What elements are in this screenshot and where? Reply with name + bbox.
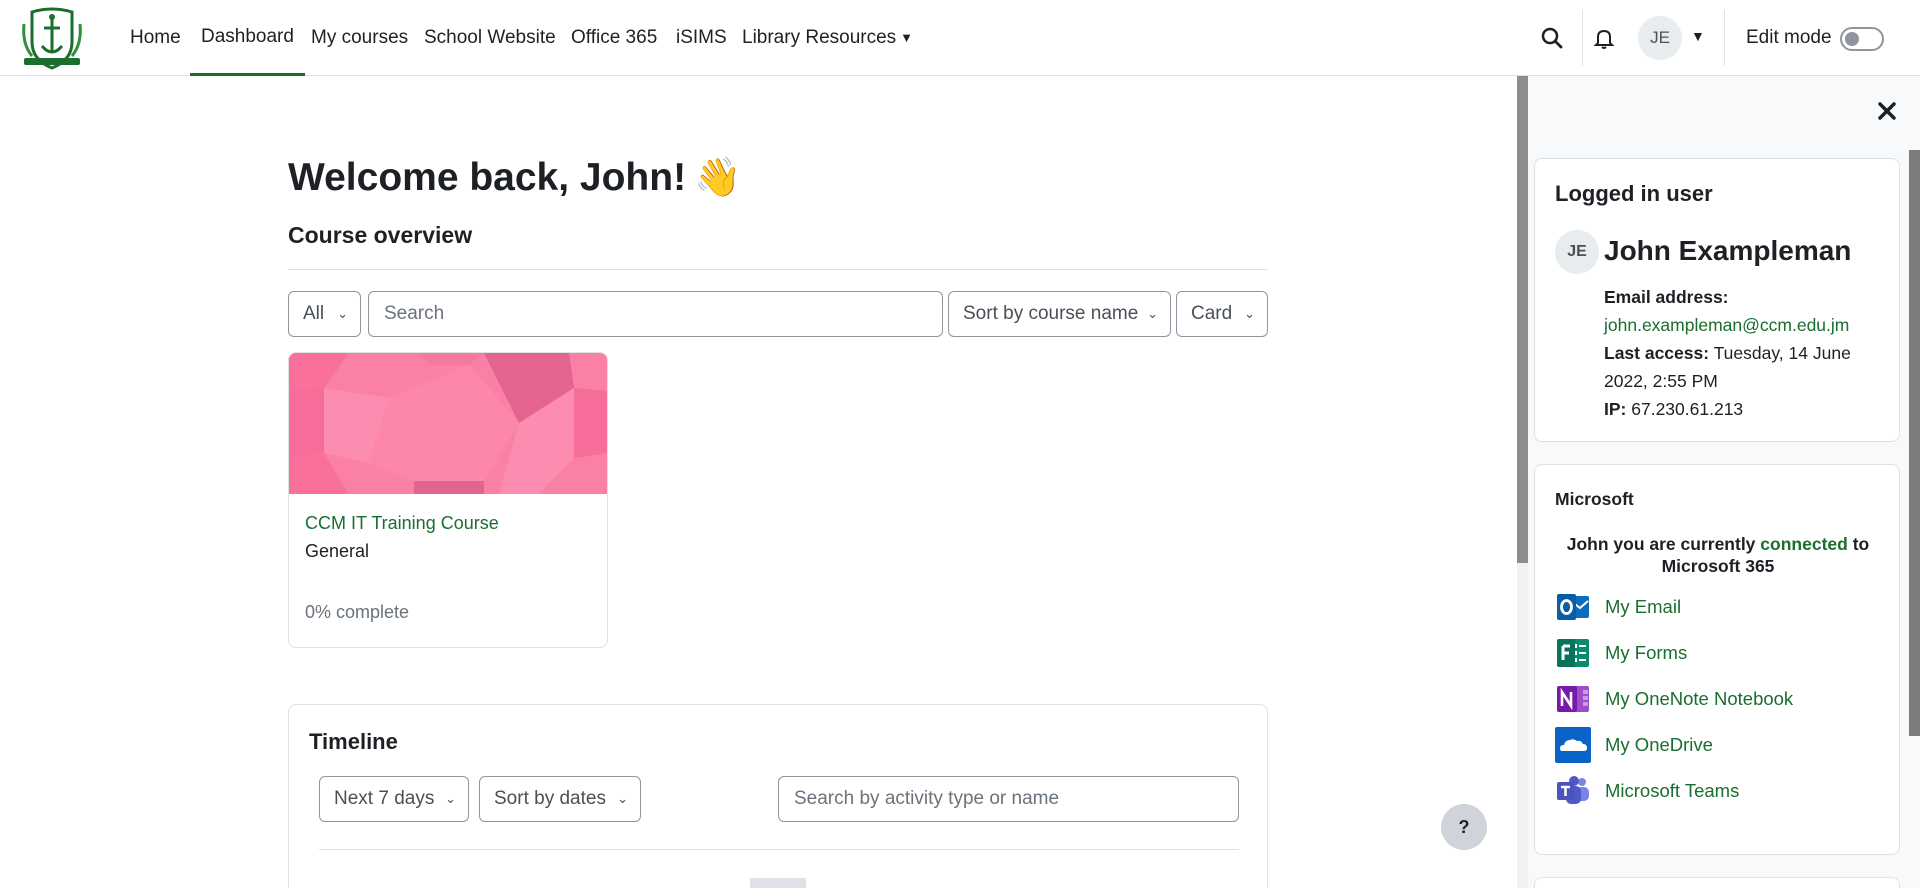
school-logo[interactable] <box>18 4 86 72</box>
bell-icon[interactable] <box>1592 26 1616 50</box>
ip-value: 67.230.61.213 <box>1631 399 1744 419</box>
chevron-down-icon: ⌄ <box>617 791 628 806</box>
top-navbar: Home Dashboard My courses School Website… <box>0 0 1920 76</box>
onenote-icon <box>1557 686 1589 712</box>
help-button[interactable]: ? <box>1441 804 1487 850</box>
last-access-line: Last access: Tuesday, 14 June <box>1604 339 1851 367</box>
my-forms-link[interactable]: My Forms <box>1555 635 1875 671</box>
logged-in-user-title: Logged in user <box>1555 181 1713 206</box>
timeline-range-select[interactable]: Next 7 days ⌄ <box>319 776 469 822</box>
close-icon[interactable] <box>1876 100 1898 122</box>
course-view-select[interactable]: Card ⌄ <box>1176 291 1268 337</box>
page-title: Welcome back, John! 👋 <box>288 156 741 200</box>
user-avatar[interactable]: JE <box>1555 230 1599 274</box>
course-overview-title: Course overview <box>288 222 473 248</box>
edit-mode-toggle[interactable] <box>1840 27 1884 51</box>
welcome-text: Welcome back, John! <box>288 156 687 199</box>
nav-dashboard[interactable]: Dashboard <box>190 0 305 76</box>
nav-isims[interactable]: iSIMS <box>676 0 727 76</box>
microsoft-connection-status: John you are currently connected to Micr… <box>1545 533 1891 577</box>
course-filter-select[interactable]: All ⌄ <box>288 291 361 337</box>
last-access-value: Tuesday, 14 June <box>1713 343 1851 363</box>
nav-school-website[interactable]: School Website <box>424 0 556 76</box>
chevron-down-icon[interactable]: ▼ <box>1691 28 1705 44</box>
nav-office-365[interactable]: Office 365 <box>571 0 657 76</box>
timeline-sort-value: Sort by dates <box>494 788 606 809</box>
status-suffix: to <box>1852 534 1870 554</box>
my-email-label: My Email <box>1605 596 1682 617</box>
course-category: General <box>305 541 370 561</box>
chevron-down-icon: ⌄ <box>1244 306 1255 321</box>
page-scrollbar-thumb[interactable] <box>1517 76 1528 563</box>
my-onenote-link[interactable]: My OneNote Notebook <box>1555 681 1875 717</box>
course-sort-select[interactable]: Sort by course name ⌄ <box>948 291 1171 337</box>
logged-in-user-block: Logged in user JE John Exampleman Email … <box>1534 158 1900 442</box>
section-divider <box>288 269 1268 270</box>
course-filter-value: All <box>303 303 325 324</box>
chevron-down-icon: ⌄ <box>445 791 456 806</box>
nav-my-courses[interactable]: My courses <box>311 0 408 76</box>
drawer-scrollbar-thumb[interactable] <box>1909 150 1920 736</box>
onedrive-icon <box>1555 727 1591 763</box>
course-card[interactable]: CCM IT Training Course General 0% comple… <box>288 352 608 648</box>
user-full-name[interactable]: John Exampleman <box>1604 235 1851 267</box>
timeline-divider <box>319 849 1239 850</box>
email-label-text: Email address: <box>1604 287 1729 307</box>
course-sort-value: Sort by course name <box>963 303 1139 324</box>
my-forms-label: My Forms <box>1605 642 1688 663</box>
status-prefix: John you are currently <box>1566 534 1756 554</box>
status-line2: Microsoft 365 <box>1661 556 1775 576</box>
nav-library-resources[interactable]: Library Resources ▼ <box>742 0 913 76</box>
course-progress: 0% complete <box>305 602 410 622</box>
ip-line: IP: 67.230.61.213 <box>1604 395 1743 423</box>
my-onedrive-label: My OneDrive <box>1605 734 1713 755</box>
email-link[interactable]: john.exampleman@ccm.edu.jm <box>1604 311 1849 339</box>
nav-home[interactable]: Home <box>130 0 181 76</box>
course-card-image[interactable] <box>289 353 608 494</box>
microsoft-title: Microsoft <box>1555 489 1634 509</box>
nav-library-resources-label: Library Resources <box>742 27 897 48</box>
microsoft-teams-link[interactable]: Microsoft Teams <box>1555 773 1875 809</box>
timeline-loading-placeholder <box>750 878 806 888</box>
outlook-icon <box>1557 594 1589 620</box>
email-label: Email address: <box>1604 283 1729 311</box>
waving-hand-icon: 👋 <box>694 157 742 199</box>
last-access-label: Last access: <box>1604 343 1710 363</box>
edit-mode-label: Edit mode <box>1746 27 1832 48</box>
timeline-search-input[interactable]: Search by activity type or name <box>778 776 1239 822</box>
timeline-sort-select[interactable]: Sort by dates ⌄ <box>479 776 641 822</box>
my-onedrive-link[interactable]: My OneDrive <box>1555 727 1875 763</box>
timeline-title: Timeline <box>309 729 398 754</box>
nav-divider <box>1582 10 1583 66</box>
course-search-input[interactable]: Search <box>368 291 943 337</box>
my-onenote-label: My OneNote Notebook <box>1605 688 1794 709</box>
search-icon[interactable] <box>1540 26 1564 50</box>
chevron-down-icon: ⌄ <box>337 306 348 321</box>
teams-icon <box>1557 776 1589 804</box>
ip-label: IP: <box>1604 399 1627 419</box>
nav-divider <box>1724 10 1725 66</box>
course-name-link[interactable]: CCM IT Training Course <box>305 513 499 534</box>
status-connected: connected <box>1760 534 1848 554</box>
timeline-block: Timeline Next 7 days ⌄ Sort by dates ⌄ Sea… <box>288 704 1268 888</box>
course-view-value: Card <box>1191 303 1233 324</box>
user-avatar[interactable]: JE <box>1638 16 1682 60</box>
forms-icon <box>1557 639 1589 667</box>
chevron-down-icon: ▼ <box>900 30 914 45</box>
next-drawer-block <box>1534 877 1900 888</box>
microsoft-teams-label: Microsoft Teams <box>1605 780 1740 801</box>
microsoft-block: Microsoft John you are currently connect… <box>1534 464 1900 855</box>
last-access-line-2: 2022, 2:55 PM <box>1604 371 1718 391</box>
my-email-link[interactable]: My Email <box>1555 589 1875 625</box>
timeline-range-value: Next 7 days <box>334 788 435 809</box>
chevron-down-icon: ⌄ <box>1147 306 1158 321</box>
